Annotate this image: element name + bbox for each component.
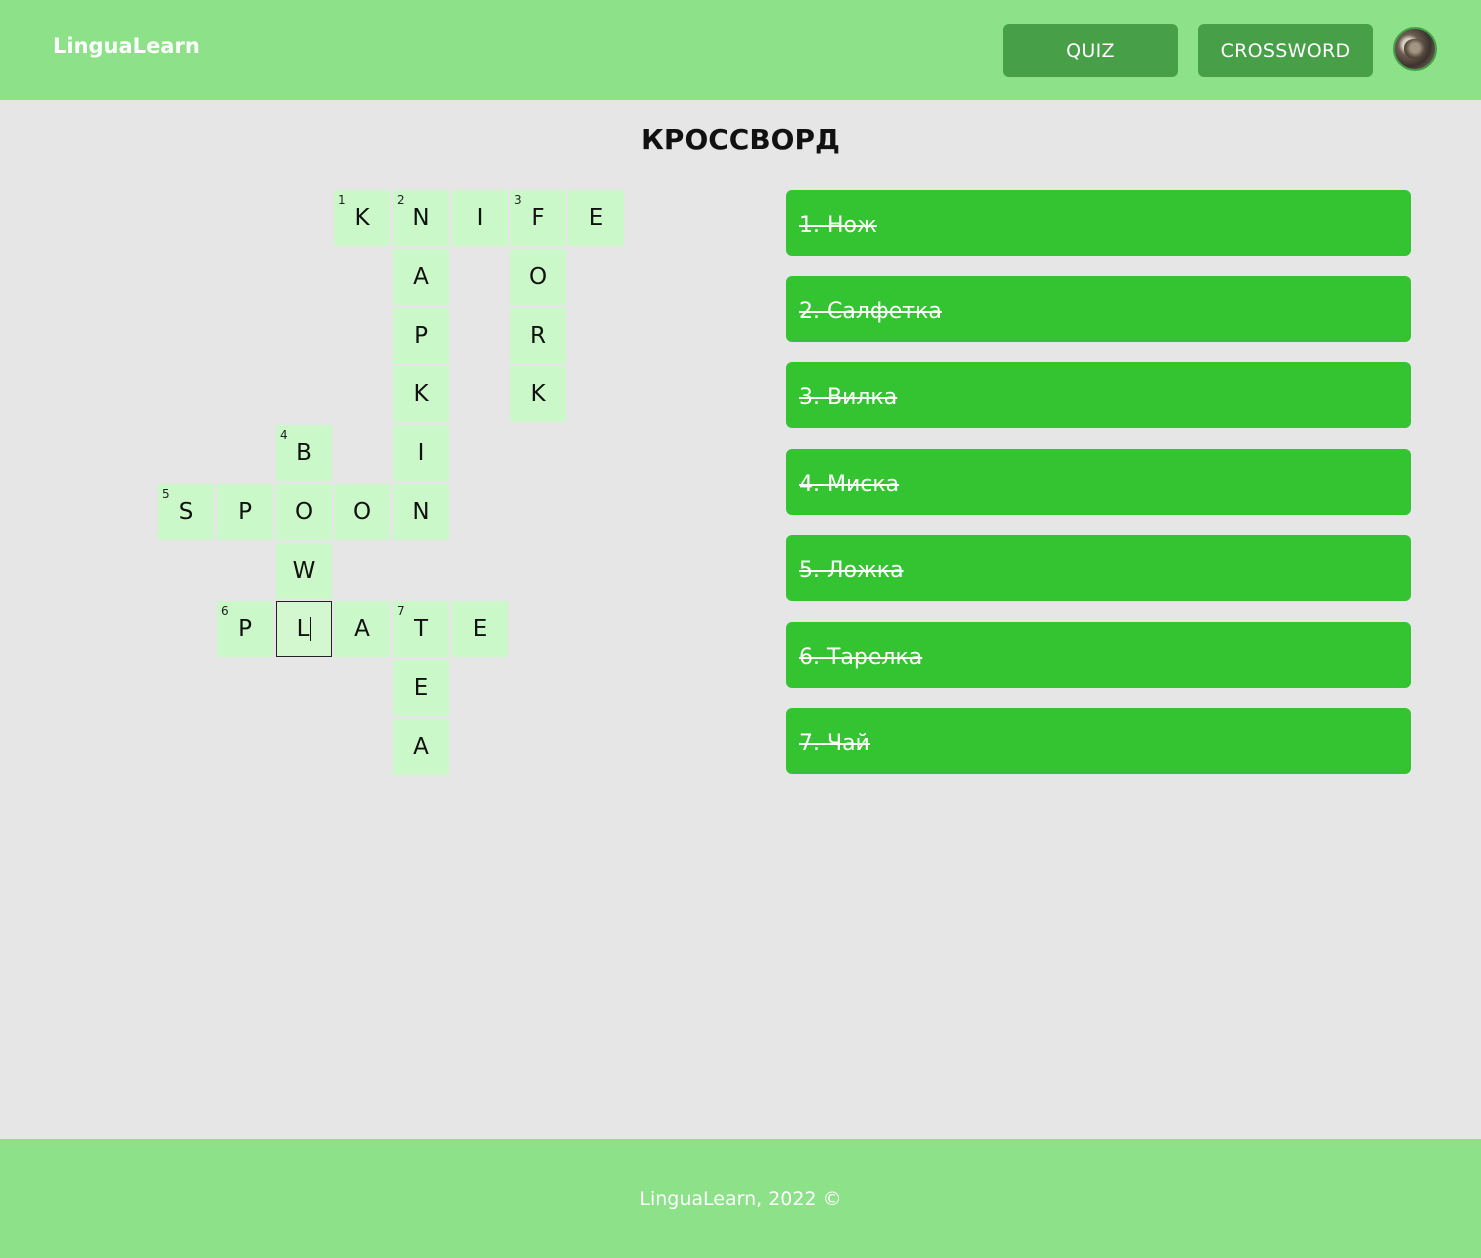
- cell-letter: S: [178, 499, 194, 525]
- cell-number: 4: [280, 428, 288, 442]
- avatar-image: [1404, 39, 1426, 59]
- cell-letter: N: [412, 499, 430, 525]
- crossword-cell[interactable]: 4B: [276, 425, 332, 481]
- crossword-cell[interactable]: A: [393, 249, 449, 305]
- cell-letter: A: [413, 264, 429, 290]
- cell-number: 6: [221, 604, 229, 618]
- crossword-cell[interactable]: R: [510, 308, 566, 364]
- cell-number: 1: [338, 193, 346, 207]
- footer: LinguaLearn, 2022 ©: [0, 1139, 1481, 1258]
- cell-letter: K: [354, 205, 370, 231]
- cell-number: 3: [514, 193, 522, 207]
- cell-letter: K: [413, 381, 429, 407]
- clue-text: 4. Миска: [799, 471, 900, 497]
- cell-number: 7: [397, 604, 405, 618]
- cell-letter: E: [472, 616, 488, 642]
- quiz-button[interactable]: QUIZ: [1003, 24, 1178, 77]
- cell-letter: I: [417, 440, 425, 466]
- cell-letter: N: [412, 205, 430, 231]
- cell-letter: O: [528, 264, 548, 290]
- crossword-cell[interactable]: N: [393, 484, 449, 540]
- crossword-cell[interactable]: A: [393, 719, 449, 775]
- cell-number: 5: [162, 487, 170, 501]
- crossword-cell[interactable]: A: [334, 601, 390, 657]
- clue-item[interactable]: 3. Вилка: [786, 362, 1411, 428]
- cell-letter: P: [238, 616, 252, 642]
- clue-text: 6. Тарелка: [799, 644, 923, 670]
- cell-letter: L: [296, 616, 310, 642]
- clue-item[interactable]: 1. Нож: [786, 190, 1411, 256]
- crossword-cell[interactable]: 7T: [393, 601, 449, 657]
- crossword-cell[interactable]: O: [276, 484, 332, 540]
- crossword-cell[interactable]: I: [452, 190, 508, 246]
- crossword-cell[interactable]: O: [334, 484, 390, 540]
- cell-letter: B: [296, 440, 312, 466]
- cell-letter: O: [294, 499, 314, 525]
- header: LinguaLearn QUIZ CROSSWORD: [0, 0, 1481, 100]
- avatar[interactable]: [1393, 27, 1437, 71]
- cell-letter: W: [292, 558, 316, 584]
- cell-letter: E: [413, 675, 429, 701]
- crossword-cell[interactable]: W: [276, 543, 332, 599]
- clue-item[interactable]: 7. Чай: [786, 708, 1411, 774]
- crossword-cell[interactable]: E: [393, 660, 449, 716]
- cell-letter: F: [531, 205, 545, 231]
- crossword-cell[interactable]: 1K: [334, 190, 390, 246]
- crossword-cell[interactable]: P: [393, 308, 449, 364]
- cell-letter: A: [413, 734, 429, 760]
- cell-letter: P: [238, 499, 252, 525]
- crossword-cell-active[interactable]: L: [276, 601, 332, 657]
- clue-item[interactable]: 4. Миска: [786, 449, 1411, 515]
- cell-letter: T: [413, 616, 429, 642]
- footer-copyright: LinguaLearn, 2022 ©: [639, 1188, 842, 1210]
- crossword-cell[interactable]: 2N: [393, 190, 449, 246]
- crossword-button[interactable]: CROSSWORD: [1198, 24, 1373, 77]
- clue-item[interactable]: 6. Тарелка: [786, 622, 1411, 688]
- clue-text: 2. Салфетка: [799, 298, 942, 324]
- crossword-cell[interactable]: 5S: [158, 484, 214, 540]
- cell-letter: O: [352, 499, 372, 525]
- clue-text: 7. Чай: [799, 730, 870, 756]
- crossword-cell[interactable]: E: [452, 601, 508, 657]
- crossword-cell[interactable]: E: [568, 190, 624, 246]
- crossword-cell[interactable]: I: [393, 425, 449, 481]
- crossword-cell[interactable]: O: [510, 249, 566, 305]
- cell-letter: P: [414, 323, 428, 349]
- cell-number: 2: [397, 193, 405, 207]
- clue-text: 5. Ложка: [799, 557, 904, 583]
- crossword-cell[interactable]: K: [393, 366, 449, 422]
- page-title: КРОССВОРД: [641, 123, 840, 156]
- cell-letter: K: [530, 381, 546, 407]
- cell-letter: E: [588, 205, 604, 231]
- crossword-cell[interactable]: 3F: [510, 190, 566, 246]
- cell-letter: R: [530, 323, 546, 349]
- text-caret: [310, 617, 312, 641]
- app-logo[interactable]: LinguaLearn: [53, 34, 200, 58]
- clue-text: 3. Вилка: [799, 384, 898, 410]
- clue-item[interactable]: 5. Ложка: [786, 535, 1411, 601]
- crossword-cell[interactable]: 6P: [217, 601, 273, 657]
- cell-letter: I: [476, 205, 484, 231]
- cell-letter: A: [354, 616, 370, 642]
- clue-item[interactable]: 2. Салфетка: [786, 276, 1411, 342]
- clue-text: 1. Нож: [799, 212, 877, 238]
- crossword-cell[interactable]: P: [217, 484, 273, 540]
- crossword-cell[interactable]: K: [510, 366, 566, 422]
